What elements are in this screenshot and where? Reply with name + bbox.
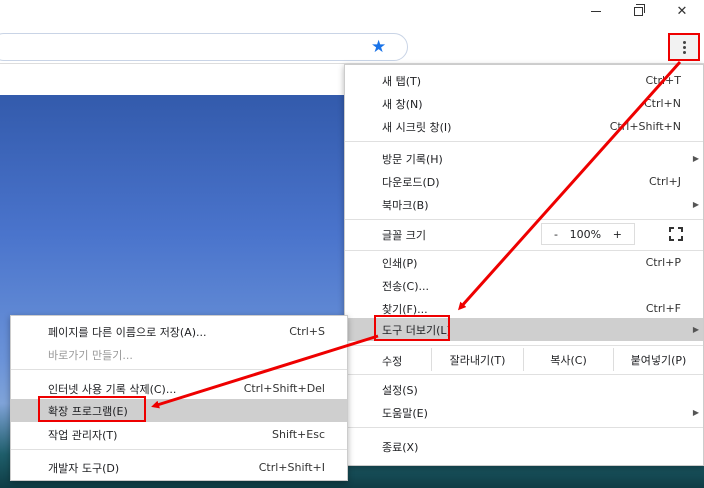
submenu-item-create-shortcut[interactable]: 바로가기 만들기... — [11, 343, 347, 366]
menu-item-shortcut: Ctrl+F — [645, 302, 681, 315]
menu-item-exit[interactable]: 종료(X) — [345, 435, 703, 458]
star-icon[interactable]: ★ — [371, 37, 386, 57]
menu-item-label: 새 창(N) — [382, 97, 423, 111]
menu-item-label: 인터넷 사용 기록 삭제(C)... — [48, 382, 177, 396]
menu-item-incognito[interactable]: 새 시크릿 창(I) Ctrl+Shift+N — [345, 115, 703, 138]
menu-item-new-tab[interactable]: 새 탭(T) Ctrl+T — [345, 69, 703, 92]
divider — [345, 427, 703, 428]
close-button[interactable]: ✕ — [660, 0, 704, 22]
submenu-item-save-page[interactable]: 페이지를 다른 이름으로 저장(A)... Ctrl+S — [11, 320, 347, 343]
divider — [345, 374, 703, 375]
title-bar: ✕ — [0, 0, 704, 30]
menu-item-label: 작업 관리자(T) — [48, 428, 118, 442]
menu-item-print[interactable]: 인쇄(P) Ctrl+P — [345, 251, 703, 274]
zoom-value: 100% — [569, 227, 602, 241]
menu-item-shortcut: Ctrl+Shift+N — [609, 120, 681, 133]
cut-button[interactable]: 잘라내기(T) — [431, 348, 523, 371]
menu-item-cast[interactable]: 전송(C)... — [345, 274, 703, 297]
menu-item-label: 새 탭(T) — [382, 74, 422, 88]
menu-item-bookmarks[interactable]: 북마크(B) ▶ — [345, 193, 703, 216]
menu-row-edit: 수정 잘라내기(T) 복사(C) 붙여넣기(P) — [345, 348, 703, 371]
menu-item-label: 페이지를 다른 이름으로 저장(A)... — [48, 325, 207, 339]
kebab-dot-icon — [682, 45, 686, 49]
submenu-arrow-icon: ▶ — [692, 408, 699, 417]
menu-item-help[interactable]: 도움말(E) ▶ — [345, 401, 703, 424]
minimize-button[interactable] — [574, 0, 618, 22]
divider — [345, 345, 703, 346]
menu-item-label: 북마크(B) — [382, 198, 429, 212]
paste-button[interactable]: 붙여넣기(P) — [613, 348, 703, 371]
copy-button[interactable]: 복사(C) — [523, 348, 613, 371]
address-bar[interactable]: ★ — [0, 33, 408, 61]
close-icon: ✕ — [676, 3, 688, 19]
restore-icon — [633, 3, 645, 16]
menu-item-label: 인쇄(P) — [382, 256, 418, 270]
submenu-arrow-icon: ▶ — [692, 200, 699, 209]
menu-item-shortcut: Ctrl+Shift+I — [258, 461, 325, 474]
restore-button[interactable] — [616, 0, 660, 22]
menu-item-shortcut: Ctrl+J — [648, 175, 681, 188]
divider — [11, 369, 347, 370]
menu-item-new-window[interactable]: 새 창(N) Ctrl+N — [345, 92, 703, 115]
minimize-icon — [591, 10, 601, 12]
menu-item-label: 바로가기 만들기... — [48, 348, 133, 362]
menu-item-label: 종료(X) — [382, 440, 419, 454]
kebab-dot-icon — [682, 50, 686, 54]
menu-item-label: 새 시크릿 창(I) — [382, 120, 452, 134]
chrome-main-menu: 새 탭(T) Ctrl+T 새 창(N) Ctrl+N 새 시크릿 창(I) C… — [344, 64, 704, 466]
edit-label: 수정 — [382, 355, 403, 368]
menu-button[interactable] — [668, 33, 700, 61]
submenu-arrow-icon: ▶ — [692, 325, 699, 334]
menu-item-shortcut: Ctrl+S — [289, 325, 325, 338]
menu-item-shortcut: Shift+Esc — [272, 428, 325, 441]
submenu-item-task-manager[interactable]: 작업 관리자(T) Shift+Esc — [11, 423, 347, 446]
divider — [11, 449, 347, 450]
zoom-out-button[interactable]: - — [554, 228, 558, 241]
menu-item-shortcut: Ctrl+Shift+Del — [243, 382, 325, 395]
menu-item-settings[interactable]: 설정(S) — [345, 378, 703, 401]
menu-item-label: 도움말(E) — [382, 406, 428, 420]
divider — [345, 219, 703, 220]
menu-item-label: 다운로드(D) — [382, 175, 440, 189]
zoom-control: - 100% + — [541, 223, 635, 245]
menu-item-downloads[interactable]: 다운로드(D) Ctrl+J — [345, 170, 703, 193]
annotation-box-more-tools — [374, 315, 450, 341]
fullscreen-icon[interactable] — [669, 227, 683, 241]
menu-item-label: 전송(C)... — [382, 279, 429, 293]
submenu-arrow-icon: ▶ — [692, 154, 699, 163]
menu-item-label: 개발자 도구(D) — [48, 461, 120, 475]
zoom-label: 글꼴 크기 — [382, 228, 426, 242]
annotation-box-extensions — [38, 396, 146, 422]
zoom-in-button[interactable]: + — [613, 228, 622, 241]
browser-toolbar: ★ — [0, 30, 704, 64]
submenu-item-developer-tools[interactable]: 개발자 도구(D) Ctrl+Shift+I — [11, 456, 347, 479]
menu-row-zoom: 글꼴 크기 - 100% + — [345, 223, 703, 246]
menu-item-shortcut: Ctrl+N — [643, 97, 681, 110]
menu-item-label: 설정(S) — [382, 383, 418, 397]
divider — [345, 141, 703, 142]
kebab-dot-icon — [682, 40, 686, 44]
menu-item-label: 방문 기록(H) — [382, 152, 443, 166]
menu-item-shortcut: Ctrl+P — [645, 256, 681, 269]
menu-item-shortcut: Ctrl+T — [645, 74, 681, 87]
menu-item-history[interactable]: 방문 기록(H) ▶ — [345, 147, 703, 170]
